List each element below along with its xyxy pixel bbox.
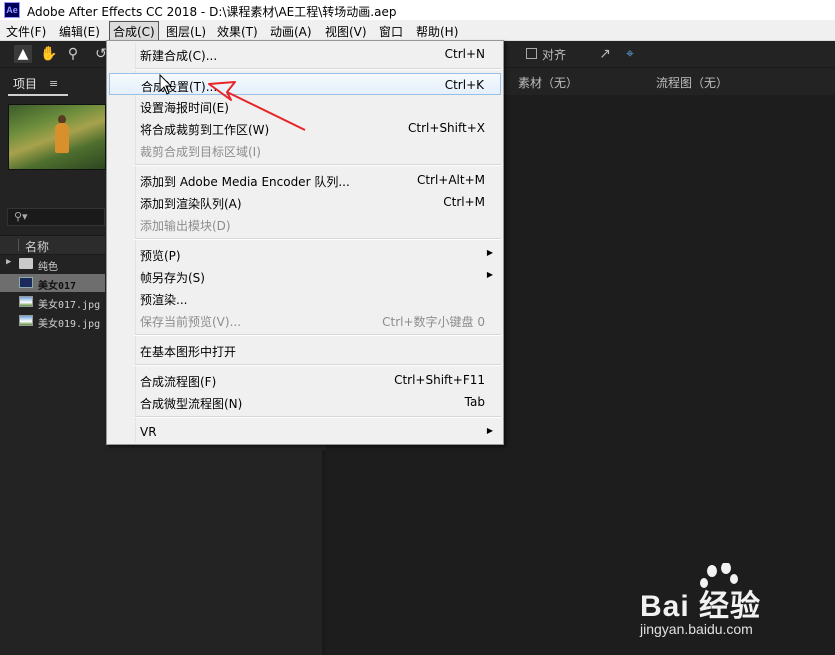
item-label: 纯色 xyxy=(38,262,58,273)
menu-separator xyxy=(135,416,501,418)
menu-item-label: 裁剪合成到目标区域(I) xyxy=(140,145,261,159)
paw-icon xyxy=(700,563,738,588)
menu-item-open-in-essential-graphics[interactable]: 在基本图形中打开 xyxy=(107,339,503,361)
menu-item-comp-mini-flowchart[interactable]: 合成微型流程图(N) Tab xyxy=(107,391,503,413)
menu-animation[interactable]: 动画(A) xyxy=(270,23,312,40)
menu-item-label: 新建合成(C)... xyxy=(140,49,218,63)
menu-item-shortcut: Ctrl+数字小键盘 0 xyxy=(382,315,485,329)
lower-panel xyxy=(0,445,322,655)
menu-item-save-frame-as[interactable]: 帧另存为(S) ▶ xyxy=(107,265,503,287)
folder-icon xyxy=(19,258,33,269)
menu-item-shortcut: Ctrl+N xyxy=(444,47,485,61)
project-search-input[interactable]: ⚲▾ xyxy=(7,208,105,226)
title-bar: Ae Adobe After Effects CC 2018 - D:\课程素材… xyxy=(0,0,835,20)
column-separator xyxy=(18,239,19,251)
list-item[interactable]: ▶ 纯色 xyxy=(0,255,105,273)
window-title: Adobe After Effects CC 2018 - D:\课程素材\AE… xyxy=(27,5,397,19)
menu-item-shortcut: Ctrl+Alt+M xyxy=(416,173,485,187)
list-item[interactable]: 美女019.jpg xyxy=(0,312,105,330)
expand-arrow-icon[interactable]: ▶ xyxy=(6,257,11,267)
menu-file[interactable]: 文件(F) xyxy=(6,23,46,40)
list-item[interactable]: 美女017.jpg xyxy=(0,293,105,311)
menu-bar: 文件(F) 编辑(E) 合成(C) 图层(L) 效果(T) 动画(A) 视图(V… xyxy=(0,20,835,42)
zoom-tool-icon[interactable]: ⚲ xyxy=(64,45,82,63)
menu-item-shortcut: Ctrl+Shift+X xyxy=(408,121,485,135)
menu-view[interactable]: 视图(V) xyxy=(325,23,367,40)
tab-flowchart[interactable]: 流程图（无） xyxy=(656,74,728,91)
menu-item-label: 添加到渲染队列(A) xyxy=(140,197,242,211)
item-label: 美女019.jpg xyxy=(38,319,101,330)
submenu-arrow-icon: ▶ xyxy=(486,270,493,279)
snap-expand-icon[interactable]: ↗ xyxy=(596,45,614,63)
hand-tool-icon[interactable]: ✋ xyxy=(40,45,58,63)
viewer-tabs: 素材（无） 流程图（无） xyxy=(504,68,835,95)
snap-checkbox[interactable] xyxy=(526,48,537,59)
preview-thumbnail xyxy=(8,104,106,170)
menu-item-label: 添加输出模块(D) xyxy=(140,219,231,233)
search-icon: ⚲▾ xyxy=(14,210,28,223)
menu-item-label: 预览(P) xyxy=(140,249,181,263)
menu-window[interactable]: 窗口 xyxy=(379,23,403,40)
menu-item-label: 保存当前预览(V)... xyxy=(140,315,242,329)
menu-item-label: 预渲染... xyxy=(140,293,188,307)
menu-item-crop-to-roi[interactable]: 裁剪合成到目标区域(I) xyxy=(107,139,503,161)
menu-item-shortcut: Ctrl+M xyxy=(443,195,485,209)
menu-separator xyxy=(135,164,501,166)
menu-item-add-output-module[interactable]: 添加输出模块(D) xyxy=(107,213,503,235)
menu-item-label: VR xyxy=(140,425,157,439)
menu-separator xyxy=(135,334,501,336)
panel-divider[interactable] xyxy=(322,450,326,655)
ae-app-icon: Ae xyxy=(4,2,20,18)
item-label: 美女017.jpg xyxy=(38,300,101,311)
menu-edit[interactable]: 编辑(E) xyxy=(59,23,100,40)
menu-item-shortcut: Ctrl+K xyxy=(444,78,484,92)
column-header: 名称 xyxy=(0,235,105,255)
menu-separator xyxy=(135,238,501,240)
menu-item-label: 在基本图形中打开 xyxy=(140,345,237,359)
menu-item-save-current-preview[interactable]: 保存当前预览(V)... Ctrl+数字小键盘 0 xyxy=(107,309,503,331)
menu-item-shortcut: Tab xyxy=(464,395,485,409)
submenu-arrow-icon: ▶ xyxy=(486,426,493,435)
image-file-icon xyxy=(19,315,33,326)
menu-separator xyxy=(135,68,501,70)
baidu-watermark: Bai 经验 jingyan.baidu.com xyxy=(640,563,800,643)
snap-target-icon[interactable]: ⌖ xyxy=(621,45,639,63)
project-tab[interactable]: 项目 xyxy=(13,75,37,92)
thumbnail-figure xyxy=(55,123,69,153)
menu-separator xyxy=(135,364,501,366)
image-file-icon xyxy=(19,296,33,307)
menu-item-label: 合成微型流程图(N) xyxy=(140,397,243,411)
panel-menu-icon[interactable]: ≡ xyxy=(49,77,58,90)
snap-label: 对齐 xyxy=(542,48,567,62)
list-item[interactable]: 美女017 xyxy=(0,274,105,292)
tab-underline xyxy=(8,94,68,96)
column-name-label[interactable]: 名称 xyxy=(25,238,49,255)
selection-tool-icon[interactable]: ▲ xyxy=(14,45,32,63)
tab-footage[interactable]: 素材（无） xyxy=(518,74,578,91)
menu-effect[interactable]: 效果(T) xyxy=(217,23,258,40)
composition-icon xyxy=(19,277,33,288)
menu-composition[interactable]: 合成(C) xyxy=(109,21,159,42)
mouse-cursor-icon xyxy=(159,74,173,95)
watermark-url: jingyan.baidu.com xyxy=(640,621,753,637)
menu-item-label: 添加到 Adobe Media Encoder 队列... xyxy=(140,175,350,189)
menu-item-new-composition[interactable]: 新建合成(C)... Ctrl+N xyxy=(107,43,503,65)
menu-item-label: 合成流程图(F) xyxy=(140,375,217,389)
menu-item-pre-render[interactable]: 预渲染... xyxy=(107,287,503,309)
menu-item-vr[interactable]: VR ▶ xyxy=(107,421,503,443)
menu-item-add-to-render-queue[interactable]: 添加到渲染队列(A) Ctrl+M xyxy=(107,191,503,213)
menu-item-label: 帧另存为(S) xyxy=(140,271,205,285)
menu-item-add-to-media-encoder[interactable]: 添加到 Adobe Media Encoder 队列... Ctrl+Alt+M xyxy=(107,169,503,191)
menu-item-comp-flowchart[interactable]: 合成流程图(F) Ctrl+Shift+F11 xyxy=(107,369,503,391)
submenu-arrow-icon: ▶ xyxy=(486,248,493,257)
annotation-arrow-icon xyxy=(208,81,306,131)
menu-item-preview[interactable]: 预览(P) ▶ xyxy=(107,243,503,265)
menu-item-shortcut: Ctrl+Shift+F11 xyxy=(394,373,485,387)
menu-layer[interactable]: 图层(L) xyxy=(166,23,206,40)
menu-help[interactable]: 帮助(H) xyxy=(416,23,458,40)
item-label: 美女017 xyxy=(38,281,77,292)
